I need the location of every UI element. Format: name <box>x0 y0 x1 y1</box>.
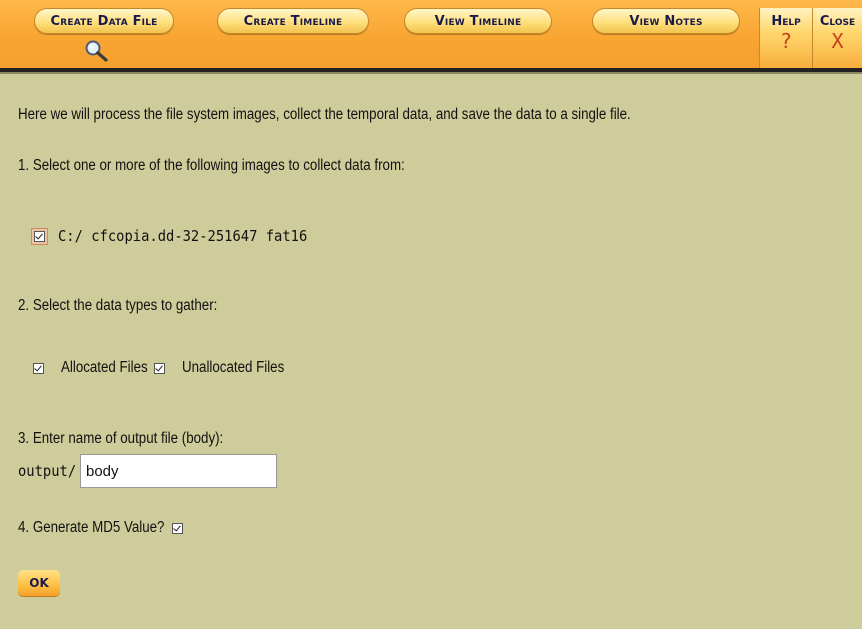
tab-view-notes[interactable]: View Notes <box>592 8 740 34</box>
question-mark-icon: ? <box>779 29 793 53</box>
step4-label: 4. Generate MD5 Value? <box>18 519 165 536</box>
output-prefix: output/ <box>18 462 77 480</box>
tab-view-timeline[interactable]: View Timeline <box>404 8 552 34</box>
tab-view-notes-label: View Notes <box>629 13 703 29</box>
help-button[interactable]: Help ? <box>759 8 812 68</box>
tab-create-data-file-label: Create Data File <box>50 13 158 29</box>
help-label: Help <box>771 14 801 29</box>
close-label: Close <box>819 14 856 29</box>
md5-row: 4. Generate MD5 Value? <box>18 519 184 537</box>
step3-label: 3. Enter name of output file (body): <box>18 430 224 447</box>
step1-label: 1. Select one or more of the following i… <box>18 157 405 174</box>
intro-text: Here we will process the file system ima… <box>18 106 631 123</box>
output-filename-input[interactable] <box>80 454 277 488</box>
ok-button[interactable]: OK <box>18 570 60 596</box>
allocated-files-checkbox[interactable] <box>33 362 44 374</box>
search-icon <box>85 40 108 62</box>
tab-create-timeline-label: Create Timeline <box>243 13 343 29</box>
tab-create-timeline[interactable]: Create Timeline <box>217 8 369 34</box>
close-button[interactable]: Close X <box>812 8 862 68</box>
unallocated-files-label: Unallocated Files <box>181 359 285 376</box>
image-checkbox[interactable] <box>34 230 45 242</box>
close-icon: X <box>831 29 844 53</box>
tab-view-timeline-label: View Timeline <box>434 13 522 29</box>
md5-checkbox[interactable] <box>172 522 184 534</box>
unallocated-files-checkbox[interactable] <box>153 362 165 374</box>
data-types-row: Allocated Files Unallocated Files <box>33 359 301 377</box>
image-checkbox-highlight <box>31 227 48 245</box>
image-option-label: C:/ cfcopia.dd-32-251647 fat16 <box>58 227 308 245</box>
allocated-files-label: Allocated Files <box>61 359 148 376</box>
tab-create-data-file[interactable]: Create Data File <box>34 8 174 34</box>
top-toolbar: Create Data File Create Timeline View Ti… <box>0 0 862 74</box>
toolbar-divider-shadow <box>0 72 862 74</box>
image-option-row: C:/ cfcopia.dd-32-251647 fat16 <box>31 227 329 245</box>
step2-label: 2. Select the data types to gather: <box>18 297 218 314</box>
